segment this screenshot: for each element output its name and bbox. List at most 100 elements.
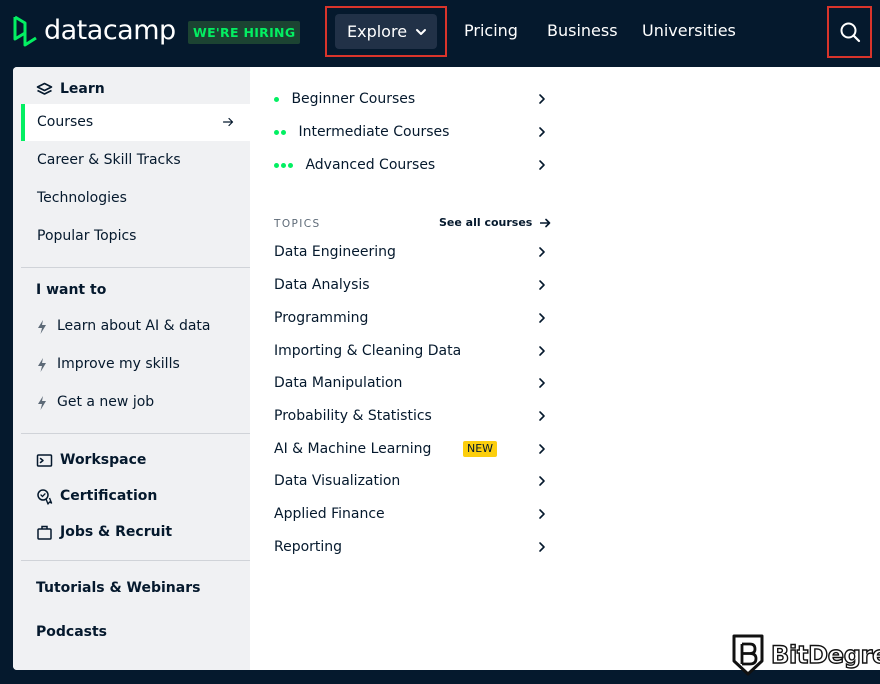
chevron-right-icon (539, 313, 545, 323)
lightning-icon (38, 320, 46, 334)
datacamp-logo-icon (13, 15, 37, 47)
learn-section-title: Learn (36, 80, 105, 98)
topics-label: TOPICS (274, 218, 321, 230)
chevron-right-icon (539, 444, 545, 454)
topic-programming[interactable]: Programming (274, 306, 546, 330)
level-dots (274, 87, 281, 111)
sidebar-item-podcasts[interactable]: Podcasts (36, 623, 107, 641)
search-icon (840, 22, 860, 43)
explore-label: Explore (347, 22, 408, 41)
watermark-text: BitDegree (770, 640, 880, 669)
lightning-icon (38, 396, 46, 410)
arrow-right-icon (223, 117, 234, 127)
workspace-icon (36, 453, 53, 467)
new-badge: NEW (463, 441, 498, 457)
sidebar-divider (21, 267, 250, 268)
chevron-right-icon (539, 542, 545, 552)
sidebar-item-label: Certification (60, 488, 158, 504)
bitdegree-shield-icon (732, 634, 764, 676)
sidebar-item-workspace[interactable]: Workspace (36, 451, 146, 469)
want-label: I want to (36, 282, 107, 298)
level-advanced-courses[interactable]: Advanced Courses (274, 153, 546, 177)
topic-label: Probability & Statistics (274, 408, 432, 424)
topic-data-analysis[interactable]: Data Analysis (274, 273, 546, 297)
explore-menu-button[interactable]: Explore (335, 14, 437, 49)
lightning-icon (38, 358, 46, 372)
explore-highlight-box: Explore (325, 6, 447, 57)
chevron-down-icon (416, 28, 427, 35)
topic-label: Data Visualization (274, 473, 401, 489)
search-button[interactable] (827, 6, 872, 58)
level-dots (274, 120, 288, 144)
sidebar-item-certification[interactable]: Certification (36, 487, 157, 505)
chevron-right-icon (539, 509, 545, 519)
sidebar-item-new-job[interactable]: Get a new job (21, 384, 250, 421)
chevron-right-icon (539, 94, 545, 104)
nav-business-link[interactable]: Business (547, 20, 618, 42)
topic-data-manipulation[interactable]: Data Manipulation (274, 371, 546, 395)
chevron-right-icon (539, 247, 545, 257)
sidebar-item-improve-skills[interactable]: Improve my skills (21, 346, 250, 383)
topic-label: Applied Finance (274, 506, 385, 522)
topic-label: Data Engineering (274, 244, 396, 260)
sidebar-divider (21, 433, 250, 434)
topic-data-visualization[interactable]: Data Visualization (274, 469, 546, 493)
logo-text: datacamp (44, 15, 176, 46)
topic-label: Data Manipulation (274, 375, 403, 391)
topic-label: AI & Machine Learning (274, 441, 432, 457)
sidebar-item-label: Popular Topics (37, 228, 137, 244)
sidebar-item-tutorials-webinars[interactable]: Tutorials & Webinars (36, 579, 200, 597)
want-section-title: I want to (36, 281, 106, 299)
topic-applied-finance[interactable]: Applied Finance (274, 502, 546, 526)
topic-label: Reporting (274, 539, 343, 555)
briefcase-icon (37, 525, 52, 540)
level-label: Beginner Courses (291, 91, 416, 107)
topic-ai-machine-learning[interactable]: AI & Machine Learning NEW (274, 437, 546, 461)
nav-universities-link[interactable]: Universities (642, 20, 736, 42)
topic-importing-cleaning-data[interactable]: Importing & Cleaning Data (274, 339, 546, 363)
hiring-badge[interactable]: WE'RE HIRING (188, 21, 301, 44)
explore-sidebar: Learn Courses Career & Skill Tracks Tech… (13, 67, 250, 670)
chevron-right-icon (539, 280, 545, 290)
chevron-right-icon (539, 411, 545, 421)
see-all-label: See all courses (439, 216, 533, 229)
explore-dropdown-panel: Learn Courses Career & Skill Tracks Tech… (13, 67, 880, 670)
topic-label: Data Analysis (274, 277, 370, 293)
level-label: Intermediate Courses (298, 124, 450, 140)
sidebar-divider (21, 560, 250, 561)
learn-icon (36, 82, 53, 95)
topic-probability-statistics[interactable]: Probability & Statistics (274, 404, 546, 428)
top-navigation-bar: datacamp WE'RE HIRING Explore Pricing Bu… (0, 0, 880, 66)
sidebar-item-label: Career & Skill Tracks (37, 152, 181, 168)
arrow-right-icon (540, 218, 551, 228)
sidebar-item-label: Workspace (60, 452, 147, 468)
courses-content: Beginner Courses Intermediate Courses Ad… (250, 67, 880, 670)
level-beginner-courses[interactable]: Beginner Courses (274, 87, 546, 111)
sidebar-item-career-tracks[interactable]: Career & Skill Tracks (21, 142, 250, 179)
sidebar-item-popular-topics[interactable]: Popular Topics (21, 218, 250, 255)
topic-label: Importing & Cleaning Data (274, 343, 462, 359)
topic-data-engineering[interactable]: Data Engineering (274, 240, 546, 264)
level-label: Advanced Courses (305, 157, 436, 173)
level-dots (274, 153, 295, 177)
topic-reporting[interactable]: Reporting (274, 535, 546, 559)
nav-pricing-link[interactable]: Pricing (464, 20, 518, 42)
sidebar-item-learn-ai[interactable]: Learn about AI & data (21, 308, 250, 345)
certification-icon (37, 488, 53, 505)
chevron-right-icon (539, 346, 545, 356)
sidebar-item-label: Jobs & Recruit (60, 524, 173, 540)
sidebar-item-jobs-recruit[interactable]: Jobs & Recruit (36, 523, 172, 541)
sidebar-item-technologies[interactable]: Technologies (21, 180, 250, 217)
topic-label: Programming (274, 310, 369, 326)
level-intermediate-courses[interactable]: Intermediate Courses (274, 120, 546, 144)
see-all-courses-link[interactable]: See all courses (439, 215, 551, 231)
sidebar-item-label: Improve my skills (57, 356, 180, 372)
chevron-right-icon (539, 160, 545, 170)
chevron-right-icon (539, 378, 545, 388)
chevron-right-icon (539, 127, 545, 137)
sidebar-item-label: Technologies (37, 190, 127, 206)
datacamp-logo[interactable]: datacamp (12, 14, 176, 48)
sidebar-item-label: Courses (37, 114, 94, 130)
sidebar-item-courses[interactable]: Courses (21, 104, 250, 141)
sidebar-item-label: Learn about AI & data (57, 318, 211, 334)
